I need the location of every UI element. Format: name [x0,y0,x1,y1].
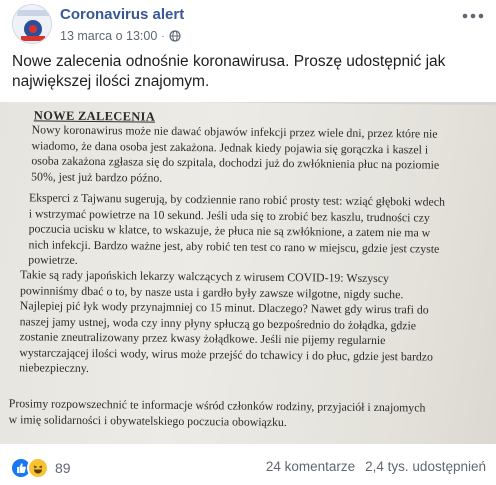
post-timestamp[interactable]: 13 marca o 13:00 [60,29,157,43]
shares-count-link[interactable]: 2,4 tys. udostępnień [365,459,486,474]
post-text: Nowe zalecenia odnośnie koronawirusa. Pr… [12,53,446,90]
reactions-summary[interactable]: 89 [10,457,71,479]
printed-document: NOWE ZALECENIA Nowy koronawirus może nie… [0,102,496,444]
haha-reaction-icon [27,457,49,479]
post-header: Coronavirus alert 13 marca o 13:00 · [10,0,490,50]
post-photo[interactable]: NOWE ZALECENIA Nowy koronawirus może nie… [0,102,496,444]
globe-icon[interactable] [169,30,181,42]
engagement-stats: 24 komentarze 2,4 tys. udostępnień [266,459,486,474]
post-meta: 13 marca o 13:00 · [60,29,181,43]
more-options-icon[interactable] [462,6,484,22]
reaction-count: 89 [55,460,71,476]
document-paragraph-1: Nowy koronawirus może nie dawać objawów … [31,122,440,185]
document-paragraph-4: Prosimy rozpowszechnić te informacje wśr… [8,396,426,429]
page-name-link[interactable]: Coronavirus alert [60,6,184,23]
post-footer: 89 24 komentarze 2,4 tys. udostępnień [0,444,496,485]
avatar-image [13,5,51,43]
page-avatar[interactable] [12,4,52,44]
comments-count-link[interactable]: 24 komentarze [266,459,355,474]
document-paragraph-2: Eksperci z Tajwanu sugerują, by codzienn… [28,190,446,267]
meta-separator: · [161,30,165,42]
document-paragraph-3: Takie są rady japońskich lekarzy walcząc… [19,267,434,376]
